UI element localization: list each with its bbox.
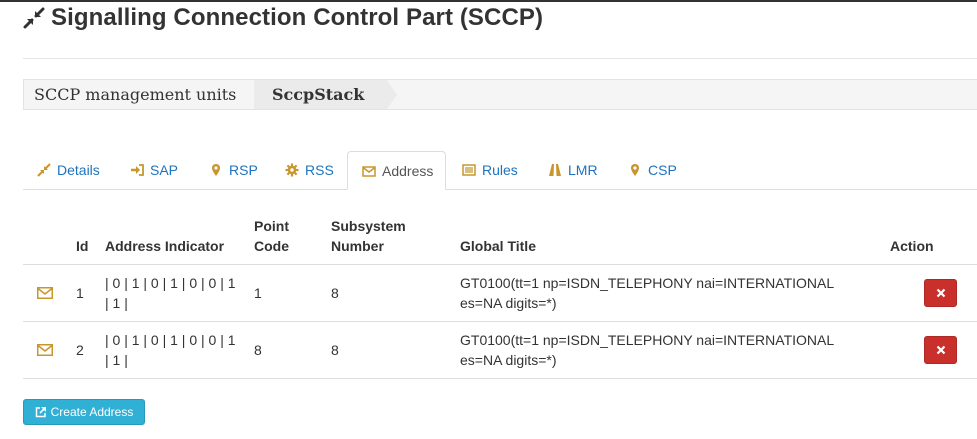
cell-id: 2 <box>70 321 99 379</box>
cell-address-indicator: | 0 | 1 | 0 | 1 | 0 | 0 | 1 | 1 | <box>99 321 248 379</box>
column-header-id: Id <box>70 212 99 265</box>
table-row: 1 | 0 | 1 | 0 | 1 | 0 | 0 | 1 | 1 | 1 8 … <box>23 264 977 322</box>
tab-label: CSP <box>648 161 677 178</box>
tab-csp[interactable]: CSP <box>614 151 691 188</box>
tab-lmr[interactable]: LMR <box>534 151 612 188</box>
tab-bar: Details SAP RSP RSS Address Rules LMR CS… <box>23 151 977 190</box>
compress-arrows-icon <box>23 7 45 29</box>
column-header-address-indicator: Address Indicator <box>99 212 248 265</box>
column-header-subsystem-number: Subsystem Number <box>325 212 454 265</box>
tab-details[interactable]: Details <box>23 151 114 188</box>
map-marker-icon <box>212 163 220 176</box>
times-icon <box>936 288 945 298</box>
envelope-icon <box>37 344 53 356</box>
tab-rsp[interactable]: RSP <box>195 151 272 188</box>
delete-button[interactable] <box>924 279 957 307</box>
breadcrumb: SCCP management units SccpStack <box>23 79 977 110</box>
tab-sap[interactable]: SAP <box>116 151 192 188</box>
map-marker-icon <box>631 163 639 176</box>
tab-label: RSP <box>229 161 258 178</box>
road-icon <box>549 163 561 176</box>
row-icon-cell <box>23 264 70 322</box>
create-address-button[interactable]: Create Address <box>23 399 145 425</box>
compress-arrows-icon <box>37 162 51 177</box>
page-header: Signalling Connection Control Part (SCCP… <box>23 2 543 34</box>
gear-icon <box>285 163 299 176</box>
sign-in-icon <box>131 163 144 176</box>
delete-button[interactable] <box>924 336 957 364</box>
external-link-icon <box>35 406 46 418</box>
divider <box>23 58 977 59</box>
cell-action <box>884 264 977 322</box>
table-row: 2 | 0 | 1 | 0 | 1 | 0 | 0 | 1 | 1 | 8 8 … <box>23 321 977 379</box>
cell-subsystem-number: 8 <box>325 264 454 322</box>
row-icon-cell <box>23 321 70 379</box>
tab-label: Details <box>57 161 100 178</box>
envelope-icon <box>362 165 376 177</box>
times-icon <box>936 345 945 355</box>
breadcrumb-end-arrow <box>387 80 397 109</box>
column-header-point-code: Point Code <box>248 212 325 265</box>
address-table: Id Address Indicator Point Code Subsyste… <box>23 212 977 379</box>
cell-point-code: 8 <box>248 321 325 379</box>
column-header-global-title: Global Title <box>454 212 884 265</box>
tab-label: SAP <box>150 161 179 178</box>
cell-global-title: GT0100(tt=1 np=ISDN_TELEPHONY nai=INTERN… <box>454 321 884 379</box>
cell-global-title: GT0100(tt=1 np=ISDN_TELEPHONY nai=INTERN… <box>454 264 884 322</box>
tab-rules[interactable]: Rules <box>448 151 532 188</box>
breadcrumb-item-current: SccpStack <box>254 80 387 109</box>
cell-id: 1 <box>70 264 99 322</box>
tab-label: Rules <box>482 161 518 178</box>
tab-label: RSS <box>305 161 334 178</box>
column-header-action: Action <box>884 212 977 265</box>
create-address-label: Create Address <box>50 405 134 419</box>
cell-action <box>884 321 977 379</box>
cell-point-code: 1 <box>248 264 325 322</box>
tab-label: LMR <box>568 161 598 178</box>
cell-address-indicator: | 0 | 1 | 0 | 1 | 0 | 0 | 1 | 1 | <box>99 264 248 322</box>
page-title: Signalling Connection Control Part (SCCP… <box>51 4 544 31</box>
tab-label: Address <box>382 162 434 179</box>
tab-address[interactable]: Address <box>347 151 446 190</box>
breadcrumb-item-management-units[interactable]: SCCP management units <box>24 80 257 109</box>
tab-rss[interactable]: RSS <box>271 151 348 188</box>
cell-subsystem-number: 8 <box>325 321 454 379</box>
envelope-icon <box>37 287 53 299</box>
table-header-row: Id Address Indicator Point Code Subsyste… <box>23 212 977 265</box>
list-icon <box>462 163 476 176</box>
column-header-icon <box>23 212 70 265</box>
